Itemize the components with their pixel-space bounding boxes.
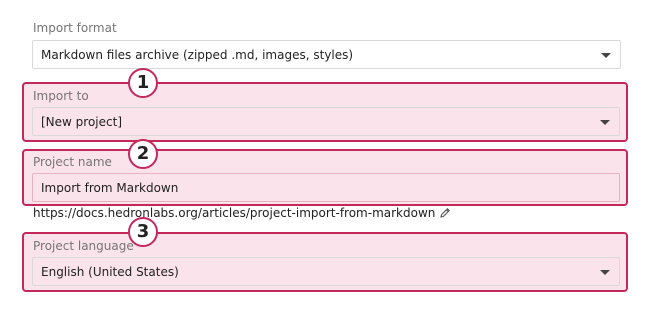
- import-to-select[interactable]: [New project]: [32, 107, 620, 136]
- pencil-icon[interactable]: [439, 207, 451, 219]
- step-badge-2: 2: [128, 139, 158, 169]
- project-language-value: English (United States): [41, 265, 179, 279]
- step-badge-3: 3: [128, 217, 158, 247]
- import-to-value: [New project]: [41, 115, 122, 129]
- step-badge-1: 1: [128, 68, 158, 98]
- project-url-row: https://docs.hedronlabs.org/articles/pro…: [33, 206, 451, 220]
- import-format-value: Markdown files archive (zipped .md, imag…: [41, 48, 354, 62]
- chevron-down-icon: [600, 120, 610, 125]
- import-to-highlight: Import to [New project]: [22, 82, 628, 142]
- project-name-highlight: Project name Import from Markdown: [22, 149, 628, 206]
- chevron-down-icon: [601, 53, 611, 58]
- project-language-label: Project language: [33, 239, 134, 253]
- import-format-select[interactable]: Markdown files archive (zipped .md, imag…: [32, 40, 621, 69]
- project-name-input[interactable]: Import from Markdown: [32, 173, 620, 202]
- project-language-select[interactable]: English (United States): [32, 257, 620, 286]
- import-to-label: Import to: [33, 89, 89, 103]
- import-format-label: Import format: [33, 21, 117, 35]
- project-language-highlight: Project language English (United States): [22, 232, 628, 292]
- project-name-label: Project name: [33, 155, 112, 169]
- project-name-value: Import from Markdown: [41, 181, 179, 195]
- project-url: https://docs.hedronlabs.org/articles/pro…: [33, 206, 436, 220]
- chevron-down-icon: [600, 270, 610, 275]
